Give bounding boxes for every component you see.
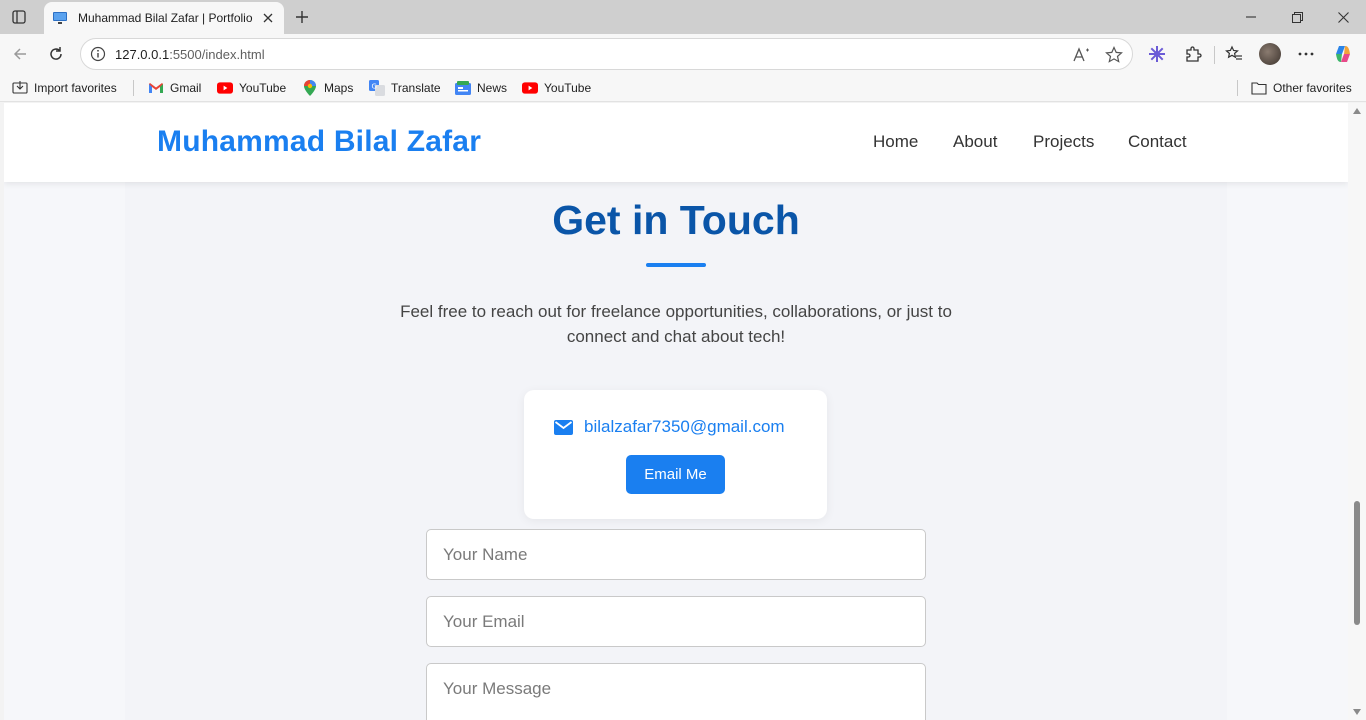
site-brand[interactable]: Muhammad Bilal Zafar — [157, 125, 481, 159]
back-icon[interactable] — [9, 43, 31, 65]
email-link[interactable]: bilalzafar7350@gmail.com — [584, 417, 785, 437]
bookmark-label: Gmail — [170, 81, 202, 95]
site-info-icon[interactable] — [89, 45, 107, 63]
message-field[interactable] — [426, 663, 926, 720]
section-heading: Get in Touch — [552, 197, 800, 243]
translate-icon: G — [369, 80, 385, 96]
name-field[interactable] — [426, 529, 926, 580]
news-icon — [455, 80, 471, 96]
contact-card: bilalzafar7350@gmail.com Email Me — [524, 390, 827, 519]
restore-icon[interactable] — [1274, 0, 1320, 34]
section-intro: Feel free to reach out for freelance opp… — [400, 302, 952, 346]
refresh-icon[interactable] — [45, 43, 67, 65]
email-me-button[interactable]: Email Me — [626, 455, 725, 494]
new-tab-icon[interactable] — [292, 7, 312, 27]
bookmark-youtube[interactable]: YouTube — [522, 80, 591, 96]
bookmark-other-favorites[interactable]: Other favorites — [1251, 80, 1352, 96]
page-scrollbar[interactable] — [1348, 103, 1366, 720]
bookmark-label: YouTube — [239, 81, 287, 95]
gmail-icon — [148, 80, 164, 96]
url-host: 127.0.0.1 — [115, 47, 170, 62]
bookmark-maps[interactable]: Maps — [302, 80, 353, 96]
close-window-icon[interactable] — [1320, 0, 1366, 34]
bookmark-divider — [1237, 80, 1238, 96]
favorite-star-icon[interactable] — [1104, 45, 1124, 65]
maps-pin-icon — [302, 80, 318, 96]
toolbar-divider — [1214, 46, 1215, 64]
monitor-favicon-icon — [52, 10, 68, 26]
bookmark-youtube[interactable]: YouTube — [217, 80, 286, 96]
copilot-icon[interactable] — [1332, 43, 1354, 65]
tab-close-icon[interactable] — [260, 10, 276, 26]
bookmark-label: YouTube — [544, 81, 592, 95]
more-options-icon[interactable] — [1295, 43, 1317, 65]
bookmark-gmail[interactable]: Gmail — [148, 80, 201, 96]
tab-actions-icon[interactable] — [10, 8, 28, 26]
email-field[interactable] — [426, 596, 926, 647]
email-row: bilalzafar7350@gmail.com — [553, 417, 785, 437]
heading-underline — [646, 263, 706, 267]
nav-about[interactable]: About — [953, 132, 997, 152]
folder-icon — [1251, 80, 1267, 96]
address-bar[interactable]: 127.0.0.1:5500/index.html — [80, 38, 1133, 70]
bookmark-label: Maps — [324, 81, 354, 95]
url-path: :5500/index.html — [169, 47, 265, 62]
tab-title: Muhammad Bilal Zafar | Portfolio — [78, 11, 253, 25]
bookmark-translate[interactable]: G Translate — [369, 80, 441, 96]
page-viewport: Muhammad Bilal Zafar Home About Projects… — [4, 103, 1348, 720]
nav-projects[interactable]: Projects — [1033, 132, 1094, 152]
bookmark-divider — [133, 80, 134, 96]
browser-tab[interactable]: Muhammad Bilal Zafar | Portfolio — [44, 2, 284, 34]
import-icon — [12, 80, 28, 96]
tab-strip: Muhammad Bilal Zafar | Portfolio — [0, 0, 1366, 34]
scroll-down-icon[interactable] — [1353, 709, 1361, 715]
nav-home[interactable]: Home — [873, 132, 918, 152]
svg-text:G: G — [372, 83, 377, 91]
url-text[interactable]: 127.0.0.1:5500/index.html — [115, 47, 265, 62]
read-aloud-icon[interactable] — [1072, 45, 1092, 65]
youtube-icon — [217, 80, 233, 96]
bookmark-import-favorites[interactable]: Import favorites — [12, 80, 117, 96]
scrollbar-thumb[interactable] — [1354, 501, 1360, 625]
favorites-list-icon[interactable] — [1223, 43, 1245, 65]
envelope-icon — [553, 419, 573, 435]
extension-snowflake-icon[interactable] — [1146, 43, 1168, 65]
browser-toolbar: 127.0.0.1:5500/index.html — [0, 34, 1366, 74]
bookmark-label: Import favorites — [34, 81, 117, 95]
nav-contact[interactable]: Contact — [1128, 132, 1187, 152]
youtube-icon — [522, 80, 538, 96]
profile-avatar[interactable] — [1259, 43, 1281, 65]
scroll-up-icon[interactable] — [1353, 108, 1361, 114]
bookmarks-bar: Import favorites Gmail YouTube Maps G Tr… — [0, 74, 1366, 102]
minimize-icon[interactable] — [1228, 0, 1274, 34]
extensions-puzzle-icon[interactable] — [1182, 43, 1204, 65]
bookmark-label: Translate — [391, 81, 441, 95]
bookmark-news[interactable]: News — [455, 80, 507, 96]
bookmark-label: Other favorites — [1273, 81, 1352, 95]
bookmark-label: News — [477, 81, 508, 95]
site-header: Muhammad Bilal Zafar Home About Projects… — [4, 103, 1348, 182]
